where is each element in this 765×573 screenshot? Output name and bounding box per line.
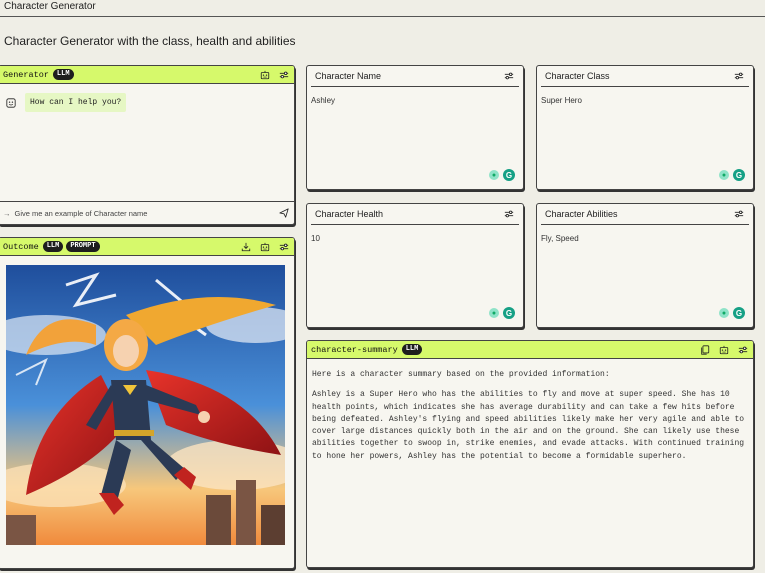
sliders-icon[interactable]: [278, 241, 290, 253]
character-health-label: Character Health: [315, 209, 384, 219]
outcome-header: Outcome LLM PROMPT: [0, 238, 294, 256]
character-name-label: Character Name: [315, 71, 382, 81]
character-abilities-header: Character Abilities: [541, 204, 749, 225]
top-bar: Character Generator: [0, 0, 765, 17]
character-summary-title: character-summary: [311, 344, 398, 355]
grammarly-icon[interactable]: G: [503, 307, 515, 319]
robot-icon[interactable]: [259, 241, 271, 253]
character-health-header: Character Health: [311, 204, 519, 225]
copy-icon[interactable]: [699, 344, 711, 356]
grammarly-widget[interactable]: ● G: [489, 307, 515, 319]
chat-message: How can I help you?: [3, 93, 127, 112]
outcome-title: Outcome: [3, 241, 39, 252]
bulb-icon[interactable]: ●: [489, 170, 499, 180]
character-abilities-field[interactable]: Character Abilities Fly, Speed ● G: [536, 203, 754, 328]
grammarly-icon[interactable]: G: [503, 169, 515, 181]
smiley-icon: [5, 97, 17, 109]
prompt-input[interactable]: → Give me an example of Character name: [0, 201, 294, 224]
outcome-panel: Outcome LLM PROMPT: [0, 237, 295, 569]
character-class-header: Character Class: [541, 66, 749, 87]
character-class-label: Character Class: [545, 71, 610, 81]
generator-panel: Generator LLM How can I help you? → Give…: [0, 65, 295, 225]
grammarly-widget[interactable]: ● G: [719, 169, 745, 181]
download-icon[interactable]: [240, 241, 252, 253]
robot-icon[interactable]: [718, 344, 730, 356]
character-name-field[interactable]: Character Name Ashley ● G: [306, 65, 524, 190]
character-abilities-value[interactable]: Fly, Speed: [537, 225, 753, 252]
bulb-icon[interactable]: ●: [719, 170, 729, 180]
sliders-icon[interactable]: [733, 208, 745, 220]
character-abilities-label: Character Abilities: [545, 209, 618, 219]
character-health-field[interactable]: Character Health 10 ● G: [306, 203, 524, 328]
summary-intro: Here is a character summary based on the…: [312, 370, 610, 379]
prompt-badge: PROMPT: [66, 241, 100, 252]
character-summary-header: character-summary LLM: [307, 341, 753, 359]
sliders-icon[interactable]: [733, 70, 745, 82]
character-name-value[interactable]: Ashley: [307, 87, 523, 114]
robot-icon[interactable]: [259, 69, 271, 81]
character-summary-panel: character-summary LLM Here is a characte…: [306, 340, 754, 568]
grammarly-widget[interactable]: ● G: [489, 169, 515, 181]
summary-body: Ashley is a Super Hero who has the abili…: [312, 390, 745, 461]
generator-title: Generator: [3, 69, 49, 80]
character-health-value[interactable]: 10: [307, 225, 523, 252]
send-icon[interactable]: [278, 207, 290, 219]
arrow-right-icon: →: [3, 208, 11, 218]
generated-image: [6, 265, 285, 545]
grammarly-icon[interactable]: G: [733, 307, 745, 319]
grammarly-widget[interactable]: ● G: [719, 307, 745, 319]
sliders-icon[interactable]: [737, 344, 749, 356]
bulb-icon[interactable]: ●: [489, 308, 499, 318]
sliders-icon[interactable]: [503, 208, 515, 220]
llm-badge: LLM: [401, 344, 423, 355]
sliders-icon[interactable]: [278, 69, 290, 81]
bulb-icon[interactable]: ●: [719, 308, 729, 318]
character-class-value[interactable]: Super Hero: [537, 87, 753, 114]
character-summary-text: Here is a character summary based on the…: [307, 359, 753, 481]
character-class-field[interactable]: Character Class Super Hero ● G: [536, 65, 754, 190]
llm-badge: LLM: [42, 241, 64, 252]
grammarly-icon[interactable]: G: [733, 169, 745, 181]
sliders-icon[interactable]: [503, 70, 515, 82]
app-title: Character Generator: [4, 1, 96, 12]
generator-header: Generator LLM: [0, 66, 294, 84]
prompt-input-placeholder: Give me an example of Character name: [14, 208, 148, 218]
assistant-message: How can I help you?: [25, 93, 127, 112]
page-title: Character Generator with the class, heal…: [4, 34, 296, 48]
llm-badge: LLM: [52, 69, 74, 80]
character-name-header: Character Name: [311, 66, 519, 87]
